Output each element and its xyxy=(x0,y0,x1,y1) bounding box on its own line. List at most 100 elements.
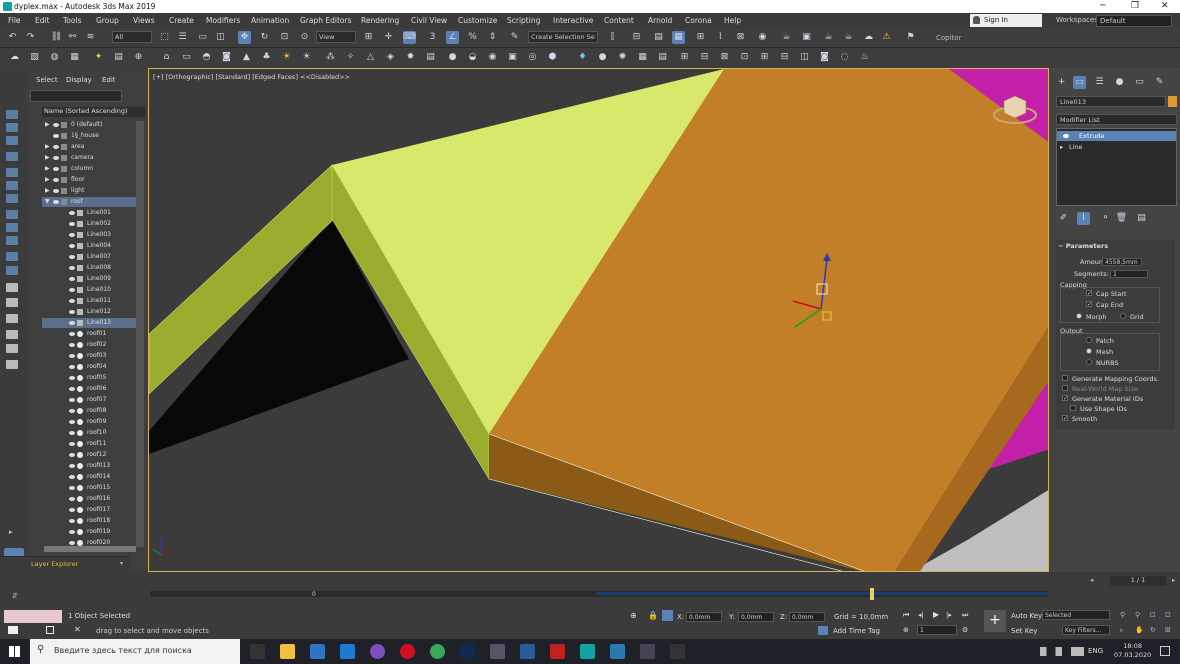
undo-icon[interactable]: ↶ xyxy=(6,31,19,44)
rendered-frame-icon[interactable]: ▣ xyxy=(800,31,813,44)
placement-icon[interactable]: ⊙ xyxy=(298,31,311,44)
render-cloud-icon[interactable]: ☁ xyxy=(862,31,875,44)
eye-icon[interactable] xyxy=(69,255,75,259)
eye-icon[interactable] xyxy=(69,409,75,413)
configure-sets-icon[interactable]: ▤ xyxy=(1135,212,1148,225)
start-button[interactable] xyxy=(0,639,30,664)
menu-scripting[interactable]: Scripting xyxy=(507,16,540,25)
chevron-down-icon[interactable]: ▾ xyxy=(120,560,123,567)
eye-icon[interactable] xyxy=(69,266,75,270)
mail-icon[interactable] xyxy=(340,644,355,659)
tool-icon[interactable] xyxy=(6,210,18,219)
tool-icon[interactable] xyxy=(6,314,18,323)
previous-frame-icon[interactable]: ◂| xyxy=(918,611,924,619)
cap-start-checkbox[interactable]: ✓ xyxy=(1086,290,1092,297)
eye-icon[interactable] xyxy=(69,420,75,424)
eye-icon[interactable] xyxy=(53,189,59,193)
explorer-row[interactable]: roof01 xyxy=(42,329,136,339)
explorer-row[interactable]: Line001 xyxy=(42,208,136,218)
key-mode-icon[interactable]: ⊕ xyxy=(903,626,909,634)
eye-icon[interactable] xyxy=(53,134,59,138)
explorer-row[interactable]: roof013 xyxy=(42,461,136,471)
snap-a-icon[interactable]: ⊞ xyxy=(678,51,691,64)
menu-customize[interactable]: Customize xyxy=(458,16,497,25)
explorer-row[interactable]: roof06 xyxy=(42,384,136,394)
store-icon[interactable] xyxy=(310,644,325,659)
explorer-row[interactable]: roof017 xyxy=(42,505,136,515)
tool-icon[interactable] xyxy=(6,168,18,177)
material-editor-icon[interactable]: ◉ xyxy=(756,31,769,44)
unlink-icon[interactable]: ⚯ xyxy=(66,31,79,44)
menu-help[interactable]: Help xyxy=(724,16,741,25)
spinner-snap-icon[interactable]: ⇕ xyxy=(486,31,499,44)
scene-icon[interactable]: ☁ xyxy=(8,51,21,64)
render-elements-icon[interactable]: ◉ xyxy=(486,51,499,64)
explorer-scrollbar[interactable] xyxy=(136,121,144,547)
eye-icon[interactable] xyxy=(69,277,75,281)
create-tab-icon[interactable]: + xyxy=(1055,76,1068,89)
eye-icon[interactable] xyxy=(69,376,75,380)
eye-icon[interactable] xyxy=(69,343,75,347)
menu-edit[interactable]: Edit xyxy=(35,16,50,25)
explorer-row[interactable]: Line009 xyxy=(42,274,136,284)
app2-icon[interactable] xyxy=(610,644,625,659)
snap-e-icon[interactable]: ⊞ xyxy=(758,51,771,64)
tool-icon[interactable] xyxy=(6,252,18,261)
track-bar[interactable] xyxy=(596,592,1048,595)
expand-arrow-icon[interactable]: ▼ xyxy=(45,197,50,207)
notifications-icon[interactable] xyxy=(1160,646,1170,656)
explorer-row[interactable]: roof05 xyxy=(42,373,136,383)
motion-tab-icon[interactable]: ● xyxy=(1113,76,1126,89)
eye-icon[interactable] xyxy=(69,442,75,446)
chevron-right-icon[interactable]: ▸ xyxy=(1172,576,1175,584)
menu-tools[interactable]: Tools xyxy=(63,16,81,25)
eye-icon[interactable] xyxy=(53,200,59,204)
menu-interactive[interactable]: Interactive xyxy=(553,16,593,25)
eye-icon[interactable] xyxy=(69,332,75,336)
map-icon[interactable]: ▦ xyxy=(68,51,81,64)
tab-select[interactable]: Select xyxy=(36,76,58,84)
snap-j-icon[interactable]: ♨ xyxy=(858,51,871,64)
gen-mapping-checkbox[interactable] xyxy=(1062,375,1068,381)
fx-icon[interactable]: ✹ xyxy=(404,51,417,64)
chrome-icon[interactable] xyxy=(430,644,445,659)
explorer-row[interactable]: roof018 xyxy=(42,516,136,526)
eye-icon[interactable] xyxy=(69,222,75,226)
next-frame-icon[interactable]: |▸ xyxy=(946,611,952,619)
menu-create[interactable]: Create xyxy=(169,16,194,25)
eye-icon[interactable] xyxy=(53,156,59,160)
x-coord-field[interactable]: 0,0mm xyxy=(686,612,722,622)
explorer-horizontal-scrollbar[interactable] xyxy=(44,546,136,552)
explorer-row[interactable]: ▶ camera xyxy=(42,153,136,163)
filter-icon[interactable] xyxy=(6,330,18,339)
opera-icon[interactable] xyxy=(400,644,415,659)
explorer-row[interactable]: roof014 xyxy=(42,472,136,482)
sun-icon[interactable]: ☀ xyxy=(280,51,293,64)
eye-icon[interactable] xyxy=(69,365,75,369)
schematic-view-icon[interactable]: ⊠ xyxy=(734,31,747,44)
select-scale-icon[interactable]: ⊡ xyxy=(278,31,291,44)
eye-icon[interactable] xyxy=(53,123,59,127)
explorer-row[interactable]: Line011 xyxy=(42,296,136,306)
scene-converter-icon[interactable]: ▤ xyxy=(424,51,437,64)
dot-icon[interactable]: ● xyxy=(596,51,609,64)
eye-icon[interactable] xyxy=(69,464,75,468)
set-key-button[interactable]: Set Key xyxy=(1011,627,1037,635)
pivot-center-icon[interactable]: ⊞ xyxy=(362,31,375,44)
bind-spacewarp-icon[interactable]: ≋ xyxy=(84,31,97,44)
eye-icon[interactable] xyxy=(69,299,75,303)
gen-material-checkbox[interactable]: ✓ xyxy=(1062,395,1068,402)
eye-icon[interactable] xyxy=(69,508,75,512)
selected-dropdown[interactable]: Selected xyxy=(1042,610,1110,620)
select-rotate-icon[interactable]: ↻ xyxy=(258,31,271,44)
file-explorer-icon[interactable] xyxy=(280,644,295,659)
perspective-viewport[interactable]: [+] [Orthographic] [Standard] [Edged Fac… xyxy=(148,68,1049,572)
segments-spinner[interactable]: 1 xyxy=(1110,270,1148,278)
tool-icon[interactable] xyxy=(6,194,18,203)
camera-icon[interactable]: ◙ xyxy=(220,51,233,64)
hierarchy-tab-icon[interactable]: ☰ xyxy=(1093,76,1106,89)
expand-arrow-icon[interactable]: ▸ xyxy=(9,528,13,536)
eye-icon[interactable] xyxy=(1063,134,1069,138)
render-production-icon[interactable]: ☕ xyxy=(822,31,835,44)
chevron-left-icon[interactable]: ◂ xyxy=(1090,576,1093,584)
